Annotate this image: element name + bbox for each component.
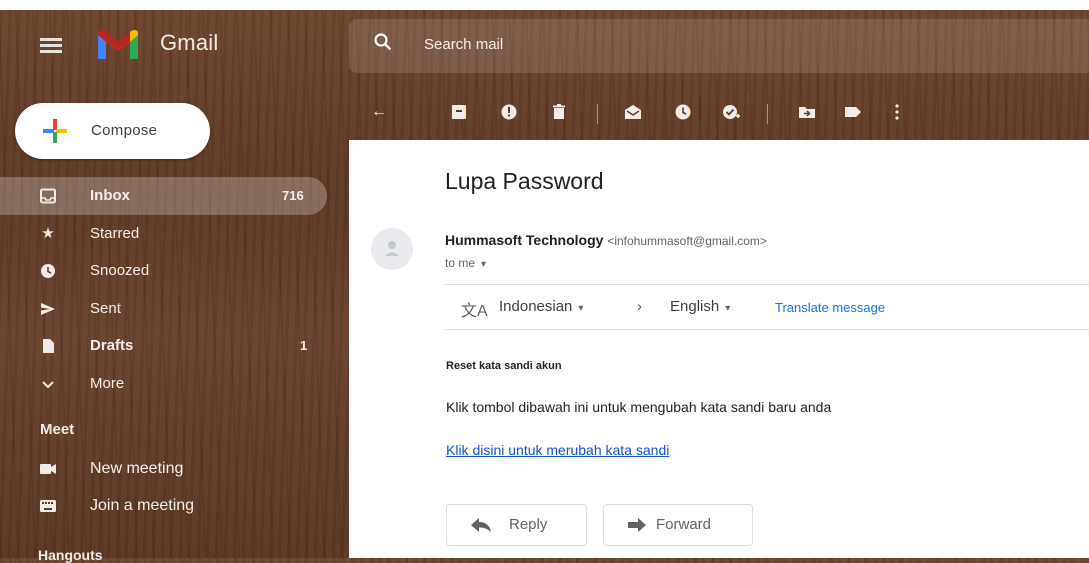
move-to-icon[interactable]: [797, 102, 817, 122]
caret-down-icon: ▾: [481, 259, 487, 270]
join-meeting-label: Join a meeting: [90, 497, 195, 514]
sidebar-item-snoozed[interactable]: Snoozed: [0, 252, 330, 290]
sidebar-item-more[interactable]: More: [0, 365, 330, 403]
sidebar-item-sent[interactable]: Sent: [0, 290, 330, 328]
keyboard-icon: [40, 500, 56, 512]
sidebar-item-label: Snoozed: [90, 262, 150, 279]
report-spam-icon[interactable]: [499, 102, 519, 122]
app-name: Gmail: [160, 30, 219, 55]
reply-label: Reply: [509, 516, 548, 533]
forward-label: Forward: [656, 516, 712, 533]
target-language-select[interactable]: English ▾: [670, 298, 730, 315]
source-language-label: Indonesian: [499, 298, 573, 315]
chevron-right-icon: ›: [637, 298, 642, 315]
reply-button[interactable]: Reply: [446, 504, 587, 546]
sidebar-item-starred[interactable]: ★ Starred: [0, 215, 330, 253]
top-strip: [0, 0, 1089, 10]
source-language-select[interactable]: Indonesian ▾: [499, 298, 583, 315]
plus-icon: [43, 119, 67, 143]
join-meeting-item[interactable]: Join a meeting: [0, 488, 330, 524]
caret-down-icon: ▾: [725, 303, 731, 314]
message-heading: Reset kata sandi akun: [446, 360, 562, 372]
delete-icon[interactable]: [549, 102, 569, 122]
sidebar-item-label: Sent: [90, 299, 121, 317]
hangouts-section-title: Hangouts: [38, 547, 103, 563]
inbox-icon: [40, 188, 56, 204]
search-input[interactable]: [424, 36, 824, 53]
search-icon[interactable]: [374, 33, 392, 51]
toolbar-divider: [597, 104, 598, 124]
draft-icon: [43, 339, 54, 353]
draft-count: 1: [300, 338, 308, 353]
translate-message-link[interactable]: Translate message: [775, 300, 885, 315]
back-arrow-icon[interactable]: ←: [369, 102, 389, 122]
more-vert-icon[interactable]: [887, 102, 907, 122]
sidebar-item-label: More: [90, 374, 125, 392]
translate-icon: 文A: [461, 303, 488, 320]
sender-line: Hummasoft Technology <infohummasoft@gmai…: [445, 232, 767, 248]
avatar[interactable]: [371, 228, 413, 270]
unread-count: 716: [282, 188, 304, 203]
target-language-label: English: [670, 298, 720, 315]
send-icon: [41, 302, 55, 315]
caret-down-icon: ▾: [578, 303, 584, 314]
snooze-icon[interactable]: [673, 102, 693, 122]
translate-bar: 文A Indonesian ▾ › English ▾ Translate mess…: [445, 284, 1089, 330]
recipient-label: to me: [445, 256, 476, 270]
sidebar-item-inbox[interactable]: Inbox 716: [0, 177, 327, 215]
toolbar-divider: [767, 104, 768, 124]
sidebar-item-label: Inbox: [90, 187, 130, 204]
meet-section-title: Meet: [40, 421, 75, 438]
video-icon: [40, 464, 56, 474]
reset-password-link[interactable]: Klik disini untuk merubah kata sandi: [446, 442, 669, 458]
message-subject: Lupa Password: [445, 168, 604, 194]
new-meeting-item[interactable]: New meeting: [0, 451, 330, 487]
message-view: Lupa Password Hummasoft Technology <info…: [349, 140, 1089, 558]
sidebar-item-drafts[interactable]: Drafts 1: [0, 327, 330, 365]
sidebar-nav: Inbox 716 ★ Starred Snoozed Sent Drafts …: [0, 177, 330, 402]
new-meeting-label: New meeting: [90, 460, 184, 477]
sidebar-item-label: Drafts: [90, 337, 134, 354]
sidebar-item-label: Starred: [90, 224, 140, 242]
gmail-logo[interactable]: [95, 27, 141, 61]
forward-button[interactable]: Forward: [603, 504, 753, 546]
forward-icon: [628, 518, 646, 532]
sender-email: <infohummasoft@gmail.com>: [607, 234, 767, 248]
clock-icon: [41, 264, 55, 278]
recipient-dropdown[interactable]: to me ▾: [445, 256, 486, 270]
compose-button[interactable]: Compose: [15, 103, 210, 159]
mark-unread-icon[interactable]: [623, 102, 643, 122]
message-toolbar: ←: [349, 92, 1089, 136]
person-icon: [385, 241, 399, 256]
archive-icon[interactable]: [449, 102, 469, 122]
message-body-text: Klik tombol dibawah ini untuk mengubah k…: [446, 399, 832, 415]
compose-label: Compose: [91, 122, 158, 139]
sender-name[interactable]: Hummasoft Technology: [445, 232, 603, 248]
add-to-tasks-icon[interactable]: [721, 102, 741, 122]
labels-icon[interactable]: [843, 102, 863, 122]
main-menu-icon[interactable]: [40, 38, 62, 54]
reply-icon: [471, 518, 491, 532]
star-icon: ★: [41, 224, 55, 242]
chevron-down-icon: [42, 380, 54, 388]
